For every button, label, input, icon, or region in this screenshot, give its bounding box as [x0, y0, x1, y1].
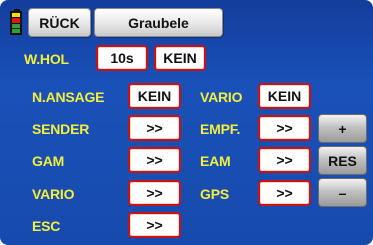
whol-mode-field[interactable]: KEIN: [154, 45, 206, 71]
vario-open-button[interactable]: >>: [128, 180, 181, 206]
battery-icon: [10, 9, 24, 37]
receiver-label: EMPF.: [200, 121, 241, 137]
eam-label: EAM: [200, 153, 231, 169]
minus-button[interactable]: –: [318, 178, 367, 207]
esc-open-button[interactable]: >>: [128, 212, 181, 238]
vario-label-left: VARIO: [32, 186, 75, 202]
gam-open-button[interactable]: >>: [128, 147, 181, 173]
gps-open-button[interactable]: >>: [258, 180, 311, 206]
gam-label: GAM: [32, 153, 65, 169]
page-title: Graubele: [94, 8, 223, 37]
whol-time-field[interactable]: 10s: [96, 45, 148, 71]
sender-open-button[interactable]: >>: [128, 115, 181, 141]
receiver-open-button[interactable]: >>: [258, 115, 311, 141]
reset-button[interactable]: RES: [318, 146, 367, 175]
telemetry-screen: RÜCK Graubele W.HOL 10s KEIN N.ANSAGE KE…: [0, 0, 373, 245]
announcement-label: N.ANSAGE: [32, 89, 105, 105]
esc-label: ESC: [32, 218, 61, 234]
plus-button[interactable]: +: [318, 114, 367, 143]
vario-mode-field[interactable]: KEIN: [258, 83, 311, 109]
back-button[interactable]: RÜCK: [28, 8, 91, 37]
whol-label: W.HOL: [24, 51, 69, 67]
vario-label-right: VARIO: [200, 89, 243, 105]
gps-label: GPS: [200, 186, 229, 202]
sender-label: SENDER: [32, 121, 90, 137]
announcement-field[interactable]: KEIN: [128, 83, 181, 109]
eam-open-button[interactable]: >>: [258, 147, 311, 173]
